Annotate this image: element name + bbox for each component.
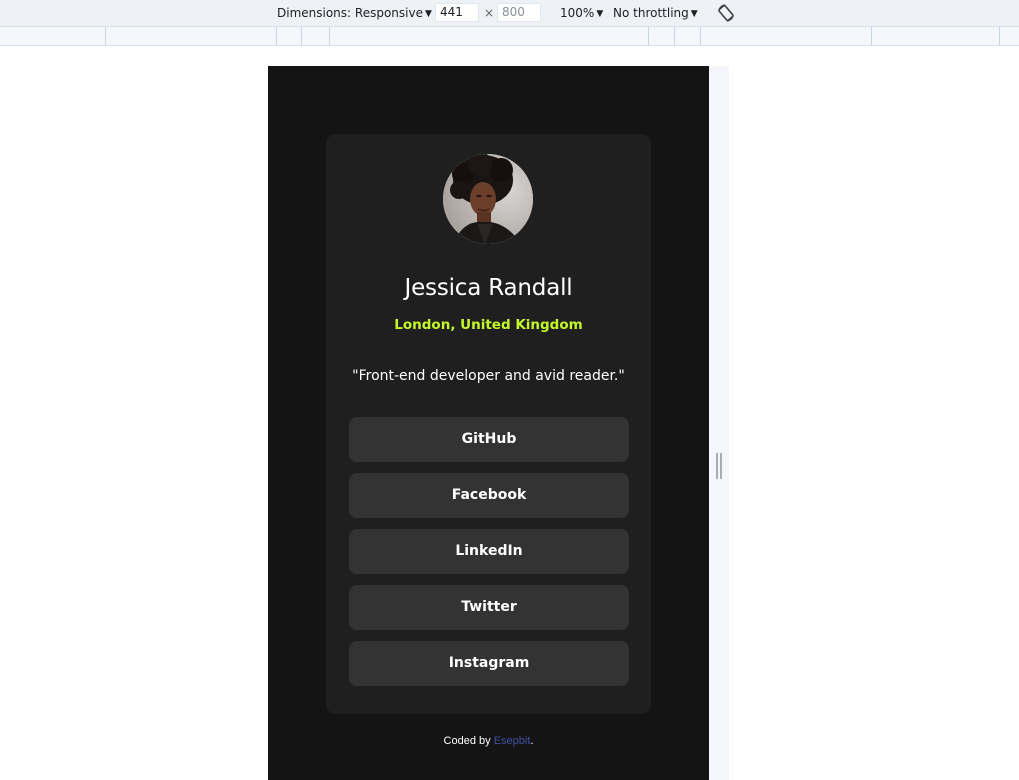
profile-card: Jessica Randall London, United Kingdom "… (326, 134, 651, 714)
attribution-prefix: Coded by (443, 735, 494, 747)
media-query-marker (105, 27, 106, 45)
dimension-separator: × (484, 6, 495, 20)
triangle-down-icon: ▼ (424, 9, 432, 19)
viewport-area: Jessica Randall London, United Kingdom "… (0, 46, 1019, 780)
avatar (443, 154, 533, 244)
zoom-dropdown[interactable]: 100% ▼ (560, 6, 603, 21)
triangle-down-icon: ▼ (596, 9, 604, 19)
author-link[interactable]: Esepbit (494, 735, 531, 747)
throttling-label: No throttling (613, 6, 689, 20)
media-query-marker (301, 27, 302, 45)
zoom-label: 100% (560, 6, 595, 20)
profile-name: Jessica Randall (404, 275, 573, 301)
dimensions-dropdown[interactable]: Dimensions: Responsive ▼ (277, 6, 432, 21)
throttling-dropdown[interactable]: No throttling ▼ (613, 6, 698, 21)
resize-handle[interactable] (716, 453, 722, 479)
media-query-bar[interactable] (0, 26, 1019, 46)
media-query-marker (700, 27, 701, 45)
triangle-down-icon: ▼ (690, 9, 698, 19)
profile-location: London, United Kingdom (394, 317, 583, 333)
attribution-footer: Coded by Esepbit. (268, 735, 709, 747)
media-query-marker (648, 27, 649, 45)
github-link-button[interactable]: GitHub (349, 417, 629, 462)
instagram-link-button[interactable]: Instagram (349, 641, 629, 686)
social-links: GitHub Facebook LinkedIn Twitter Instagr… (349, 417, 629, 697)
dimensions-label: Dimensions: Responsive (277, 6, 423, 20)
resize-gutter[interactable] (709, 66, 729, 780)
media-query-marker (276, 27, 277, 45)
rotate-icon[interactable] (715, 2, 737, 24)
media-query-marker (329, 27, 330, 45)
device-viewport: Jessica Randall London, United Kingdom "… (268, 66, 709, 780)
facebook-link-button[interactable]: Facebook (349, 473, 629, 518)
media-query-marker (999, 27, 1000, 45)
linkedin-link-button[interactable]: LinkedIn (349, 529, 629, 574)
media-query-marker (674, 27, 675, 45)
profile-bio: "Front-end developer and avid reader." (352, 368, 625, 384)
twitter-link-button[interactable]: Twitter (349, 585, 629, 630)
height-input[interactable]: 800 (497, 3, 541, 22)
devtools-device-toolbar: Dimensions: Responsive ▼ 441 × 800 100% ▼ … (0, 0, 1019, 26)
media-query-marker (871, 27, 872, 45)
attribution-suffix: . (530, 735, 534, 747)
width-input[interactable]: 441 (435, 3, 479, 22)
